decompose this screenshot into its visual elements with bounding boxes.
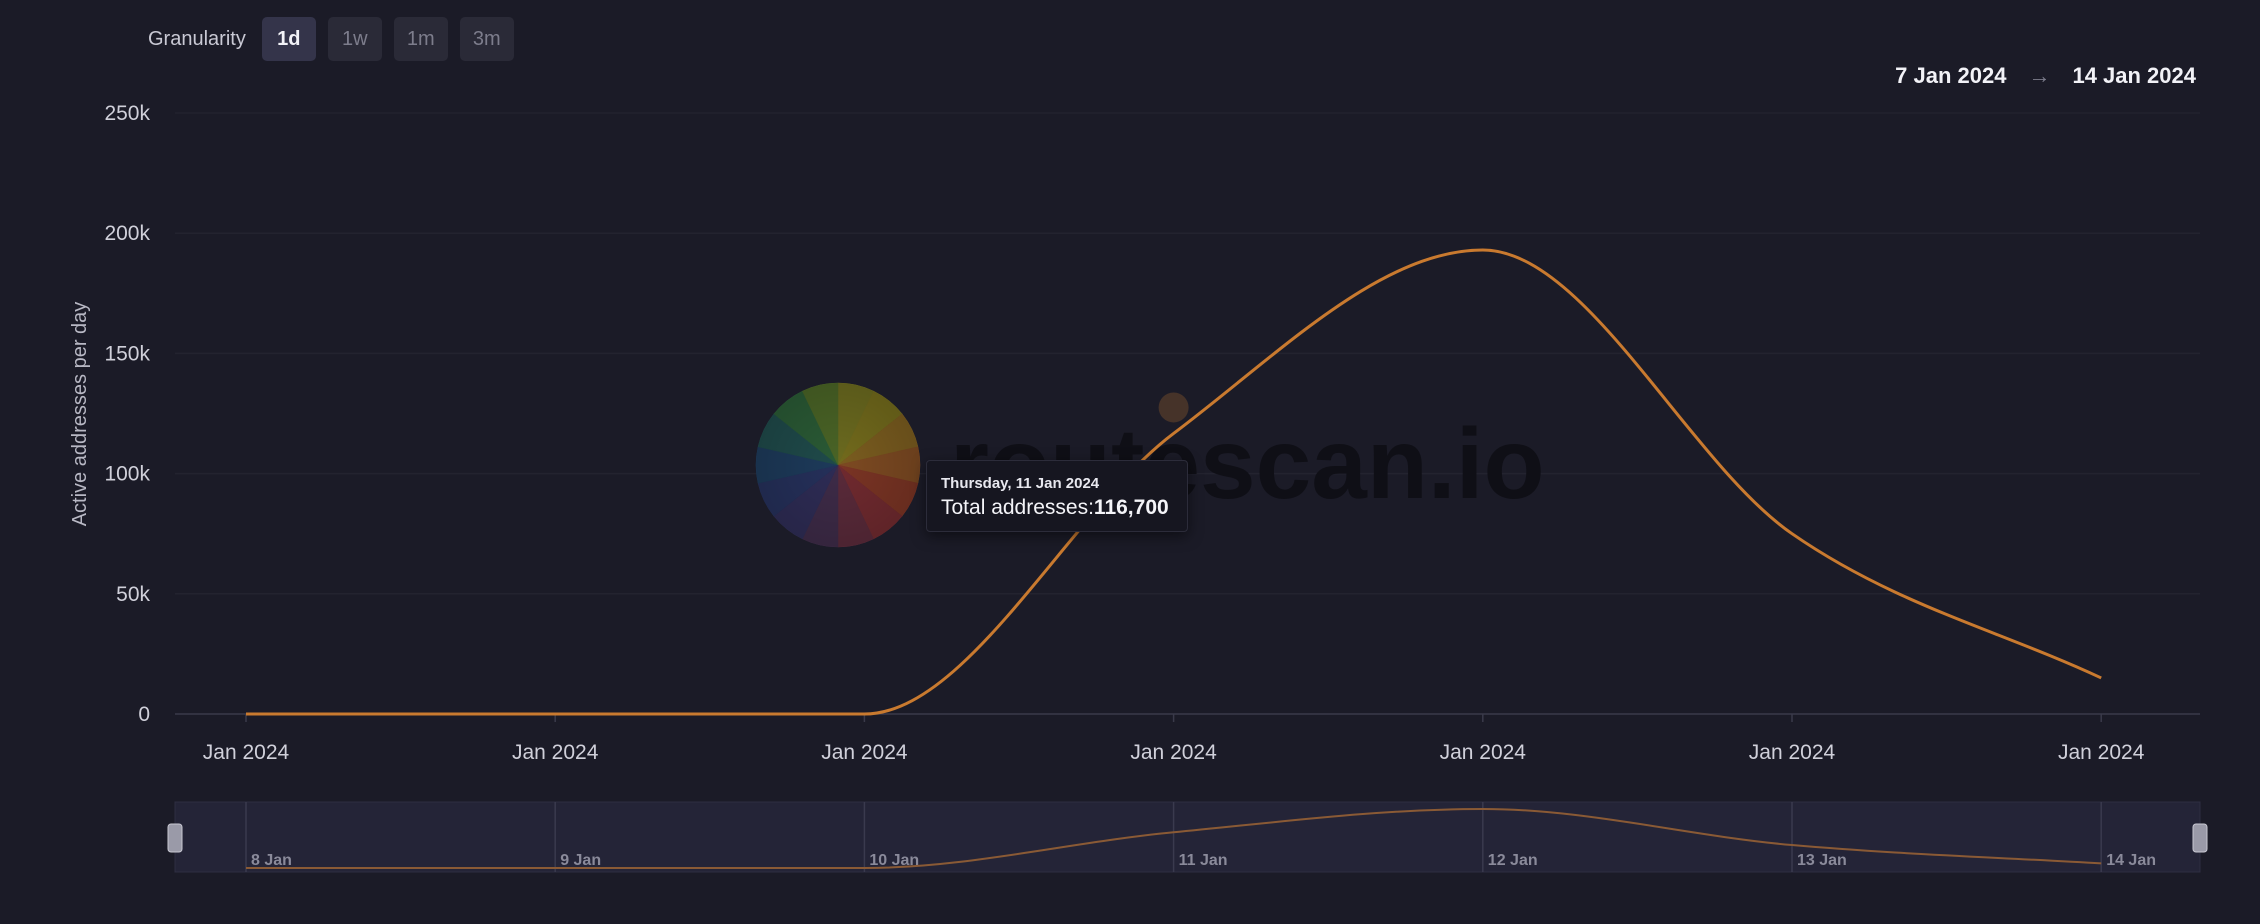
navigator-label: 9 Jan (560, 852, 601, 869)
y-axis: 0 50k 100k 150k 200k 250k (104, 102, 150, 726)
navigator-label: 11 Jan (1179, 852, 1228, 869)
x-tick-label: Jan 2024 (512, 741, 599, 764)
x-tick-label: Jan 2024 (1130, 741, 1217, 764)
tooltip-series-label: Total addresses: (941, 496, 1094, 519)
navigator-label: 12 Jan (1488, 852, 1538, 869)
tooltip-row: Total addresses:116,700 (941, 496, 1173, 520)
navigator-left-handle[interactable] (167, 823, 183, 853)
y-tick-label: 50k (116, 583, 150, 606)
tooltip-value: 116,700 (1093, 496, 1169, 519)
navigator-right-handle[interactable] (2192, 823, 2208, 853)
y-tick-label: 250k (104, 102, 150, 125)
navigator-label: 8 Jan (251, 852, 292, 869)
navigator-label: 14 Jan (2106, 852, 2156, 869)
routescan-logo-icon (755, 382, 921, 548)
x-axis: Jan 2024 Jan 2024 Jan 2024 Jan 2024 Jan 2024… (203, 714, 2145, 764)
x-tick-label: Jan 2024 (2058, 741, 2145, 764)
x-tick-label: Jan 2024 (203, 741, 290, 764)
y-tick-label: 0 (138, 703, 150, 726)
y-tick-label: 200k (104, 222, 150, 245)
y-tick-label: 150k (104, 342, 150, 365)
range-navigator[interactable]: 8 Jan 9 Jan 10 Jan 11 Jan 12 Jan 13 Jan 14 Jan (167, 801, 2208, 873)
y-tick-label: 100k (104, 463, 150, 486)
y-axis-label: Active addresses per day (69, 302, 91, 527)
tooltip-date: Thursday, 11 Jan 2024 (941, 475, 1100, 492)
navigator-label: 13 Jan (1797, 852, 1847, 869)
x-tick-label: Jan 2024 (1440, 741, 1527, 764)
x-tick-label: Jan 2024 (821, 741, 908, 764)
tooltip: Thursday, 11 Jan 2024 Total addresses:11… (926, 460, 1188, 532)
hover-marker (1158, 392, 1189, 423)
x-tick-label: Jan 2024 (1749, 741, 1836, 764)
